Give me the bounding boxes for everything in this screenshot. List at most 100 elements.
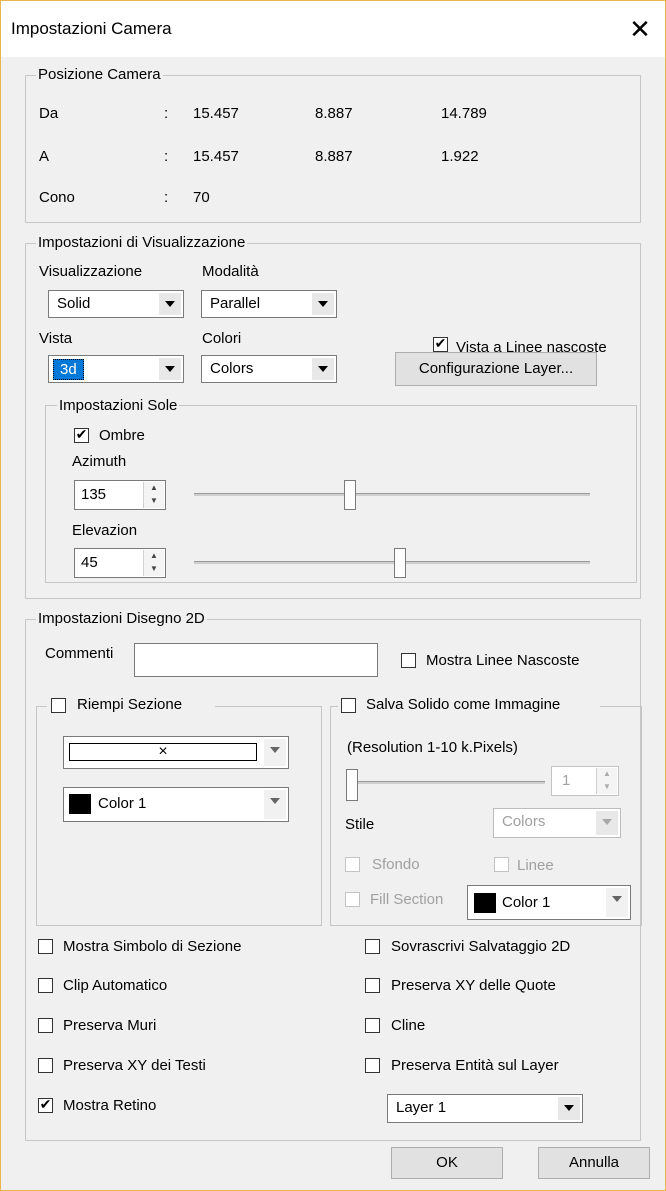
camera-from-label: Da	[39, 105, 59, 122]
azimuth-value: 135	[81, 486, 107, 503]
style-value: Colors	[502, 813, 546, 830]
resolution-slider-thumb[interactable]	[346, 769, 358, 801]
chevron-down-icon[interactable]	[595, 811, 618, 835]
azimuth-slider-thumb[interactable]	[343, 480, 356, 510]
colori-select[interactable]: Colors	[201, 355, 337, 383]
azimuth-label: Azimuth	[72, 453, 127, 470]
resolution-stepper[interactable]: 1 ▲ ▼	[551, 766, 619, 796]
elevation-slider-thumb[interactable]	[393, 548, 406, 578]
chevron-down-icon[interactable]	[263, 739, 286, 766]
stepper-up-icon[interactable]: ▲	[144, 482, 164, 495]
stepper-down-icon[interactable]: ▼	[144, 563, 164, 576]
auto-clip-checkbox[interactable]	[38, 978, 53, 993]
save-solid-color-value: Color 1	[502, 894, 551, 911]
preserve-layer-entities-checkbox[interactable]	[365, 1058, 380, 1073]
elevation-stepper[interactable]: 45 ▲ ▼	[74, 548, 166, 578]
colori-label: Colori	[202, 330, 242, 347]
camera-from-y: 8.887	[315, 105, 353, 122]
resolution-slider-track[interactable]	[351, 781, 545, 784]
fill-color-select[interactable]: Color 1	[63, 787, 289, 822]
overwrite-2d-save-label: Sovrascrivi Salvataggio 2D	[391, 938, 571, 955]
chevron-down-icon[interactable]	[158, 293, 181, 315]
chevron-down-icon[interactable]	[158, 358, 181, 380]
camera-to-sep: :	[164, 148, 169, 165]
layer-config-button[interactable]: Configurazione Layer...	[395, 352, 597, 386]
lines-checkbox[interactable]	[494, 857, 509, 872]
layer-value: Layer 1	[396, 1099, 447, 1116]
stepper-down-icon[interactable]: ▼	[597, 781, 617, 794]
sun-settings-legend: Impostazioni Sole	[57, 397, 180, 414]
visualization-select[interactable]: Solid	[48, 290, 184, 318]
save-solid-color-select[interactable]: Color 1	[467, 885, 631, 920]
ok-label: OK	[436, 1154, 458, 1171]
style-label: Stile	[345, 816, 375, 833]
preserve-text-xy-label: Preserva XY dei Testi	[63, 1057, 206, 1074]
visualization-value: Solid	[57, 295, 91, 312]
camera-to-y: 8.887	[315, 148, 353, 165]
resolution-label: (Resolution 1-10 k.Pixels)	[347, 739, 518, 756]
camera-from-sep: :	[164, 105, 169, 122]
show-hidden-lines-label: Mostra Linee Nascoste	[426, 652, 580, 669]
show-hatch-label: Mostra Retino	[63, 1097, 157, 1114]
fill-section-image-checkbox[interactable]	[345, 892, 360, 907]
stepper-buttons[interactable]: ▲ ▼	[143, 482, 164, 508]
title-bar: Impostazioni Camera ✕	[1, 1, 665, 57]
chevron-down-icon[interactable]	[557, 1097, 580, 1120]
stepper-buttons[interactable]: ▲ ▼	[596, 768, 617, 794]
preserve-walls-checkbox[interactable]	[38, 1018, 53, 1033]
cline-label: Cline	[391, 1017, 426, 1034]
mode-select[interactable]: Parallel	[201, 290, 337, 318]
preserve-text-xy-checkbox[interactable]	[38, 1058, 53, 1073]
camera-to-x: 15.457	[193, 148, 239, 165]
overwrite-2d-save-checkbox[interactable]	[365, 939, 380, 954]
save-solid-label: Salva Solido come Immagine	[366, 696, 561, 713]
cancel-button[interactable]: Annulla	[538, 1147, 650, 1179]
preserve-dim-xy-label: Preserva XY delle Quote	[391, 977, 556, 994]
dialog-window: Impostazioni Camera ✕ Posizione Camera D…	[0, 0, 666, 1191]
stepper-buttons[interactable]: ▲ ▼	[143, 550, 164, 576]
cline-checkbox[interactable]	[365, 1018, 380, 1033]
chevron-down-icon[interactable]	[263, 790, 286, 819]
show-section-symbol-checkbox[interactable]	[38, 939, 53, 954]
visualization-label: Visualizzazione	[39, 263, 143, 280]
chevron-down-icon[interactable]	[311, 293, 334, 315]
save-solid-checkbox[interactable]	[341, 698, 356, 713]
stepper-up-icon[interactable]: ▲	[597, 768, 617, 781]
style-select[interactable]: Colors	[493, 808, 621, 838]
layer-config-label: Configurazione Layer...	[418, 360, 574, 377]
ok-button[interactable]: OK	[391, 1147, 503, 1179]
azimuth-slider-track[interactable]	[194, 493, 590, 496]
camera-from-x: 15.457	[193, 105, 239, 122]
shadow-label: Ombre	[99, 427, 145, 444]
preserve-walls-label: Preserva Muri	[63, 1017, 157, 1034]
window-title: Impostazioni Camera	[11, 19, 172, 38]
preserve-layer-entities-label: Preserva Entità sul Layer	[391, 1057, 559, 1074]
save-solid-legend: Salva Solido come Immagine	[338, 696, 600, 716]
cancel-label: Annulla	[568, 1154, 620, 1171]
azimuth-stepper[interactable]: 135 ▲ ▼	[74, 480, 166, 510]
show-hatch-checkbox[interactable]: ✔	[38, 1096, 53, 1113]
background-checkbox[interactable]	[345, 857, 360, 872]
camera-cone-label: Cono	[39, 189, 75, 206]
chevron-down-icon[interactable]	[311, 358, 334, 380]
close-icon[interactable]: ✕	[617, 9, 663, 51]
color-swatch	[69, 794, 91, 814]
fill-section-label: Riempi Sezione	[77, 696, 183, 713]
preserve-dim-xy-checkbox[interactable]	[365, 978, 380, 993]
layer-select[interactable]: Layer 1	[387, 1094, 583, 1123]
elevation-slider-track[interactable]	[194, 561, 590, 564]
stepper-down-icon[interactable]: ▼	[144, 495, 164, 508]
vista-select[interactable]: 3d	[48, 355, 184, 383]
vista-value: 3d	[53, 359, 84, 380]
stepper-up-icon[interactable]: ▲	[144, 550, 164, 563]
view-settings-legend: Impostazioni di Visualizzazione	[36, 234, 248, 251]
fill-section-image-label: Fill Section	[370, 891, 444, 908]
shadow-checkbox[interactable]: ✔	[74, 426, 89, 443]
elevation-label: Elevazion	[72, 522, 138, 539]
comments-input[interactable]	[134, 643, 378, 677]
fill-section-checkbox[interactable]	[51, 698, 66, 713]
chevron-down-icon[interactable]	[605, 888, 628, 917]
fill-pattern-select[interactable]: ×	[63, 736, 289, 769]
hidden-lines-checkbox[interactable]: ✔	[433, 335, 448, 352]
show-hidden-lines-checkbox[interactable]	[401, 653, 416, 668]
